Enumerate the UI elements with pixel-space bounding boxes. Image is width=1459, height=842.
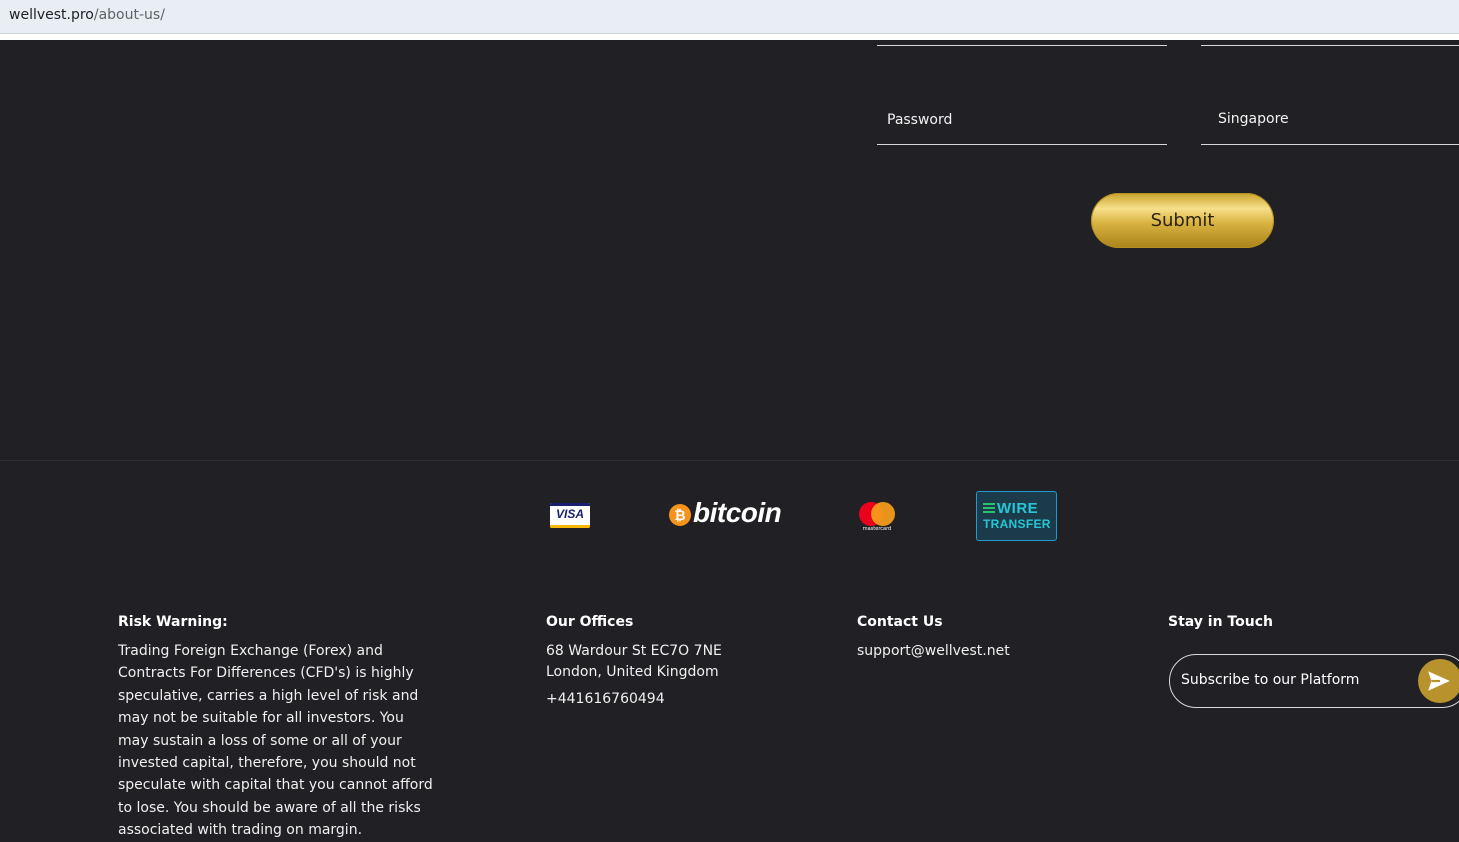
visa-band-bottom — [550, 525, 590, 528]
contact-title: Contact Us — [857, 614, 943, 630]
wire-speed-lines-icon — [983, 503, 995, 515]
password-underline — [877, 144, 1167, 145]
mastercard-logo: mastercard — [857, 500, 897, 534]
subscribe-input[interactable]: Subscribe to our Platform — [1169, 654, 1459, 708]
subscribe-placeholder: Subscribe to our Platform — [1181, 672, 1360, 688]
subscribe-send-button[interactable] — [1418, 659, 1459, 703]
page-top-strip — [0, 34, 1459, 40]
password-placeholder: Password — [887, 112, 953, 128]
offices-title: Our Offices — [546, 614, 634, 630]
url-host: wellvest.pro — [9, 7, 94, 23]
submit-button[interactable]: Submit — [1091, 193, 1274, 248]
bitcoin-coin-icon: ₿ — [669, 504, 691, 526]
field-underline-top-left — [877, 45, 1167, 46]
country-select[interactable]: Singapore — [1218, 111, 1289, 127]
country-value: Singapore — [1218, 111, 1289, 127]
visa-text: VISA — [555, 507, 584, 521]
send-arrow-icon — [1428, 671, 1450, 691]
password-field[interactable]: Password — [887, 112, 952, 128]
transfer-text: TRANSFER — [983, 517, 1051, 531]
address-line-1: 68 Wardour St EC7O 7NE — [546, 643, 722, 659]
wire-transfer-logo: WIRE TRANSFER — [976, 491, 1057, 541]
office-phone[interactable]: +441616760494 — [546, 688, 665, 710]
url-path: /about-us/ — [93, 7, 165, 23]
bitcoin-wordmark: bitcoin — [693, 497, 782, 528]
section-divider — [0, 460, 1459, 461]
url-text[interactable]: wellvest.pro/about-us/ — [9, 7, 165, 23]
browser-address-bar[interactable]: wellvest.pro/about-us/ — [0, 0, 1459, 34]
field-underline-top-right — [1201, 45, 1459, 46]
mastercard-yellow-circle — [871, 502, 895, 526]
visa-logo: VISA — [550, 503, 590, 528]
office-address: 68 Wardour St EC7O 7NE London, United Ki… — [546, 640, 796, 684]
visa-band-top — [550, 503, 590, 506]
country-underline — [1201, 144, 1459, 145]
address-line-2: London, United Kingdom — [546, 664, 719, 681]
wire-text: WIRE — [997, 500, 1039, 517]
contact-email-link[interactable]: support@wellvest.net — [857, 640, 1010, 662]
mastercard-text: mastercard — [862, 526, 892, 532]
risk-warning-text: Trading Foreign Exchange (Forex) and Con… — [118, 643, 433, 839]
stay-in-touch-title: Stay in Touch — [1168, 614, 1273, 630]
risk-warning-title: Risk Warning: — [118, 614, 228, 630]
